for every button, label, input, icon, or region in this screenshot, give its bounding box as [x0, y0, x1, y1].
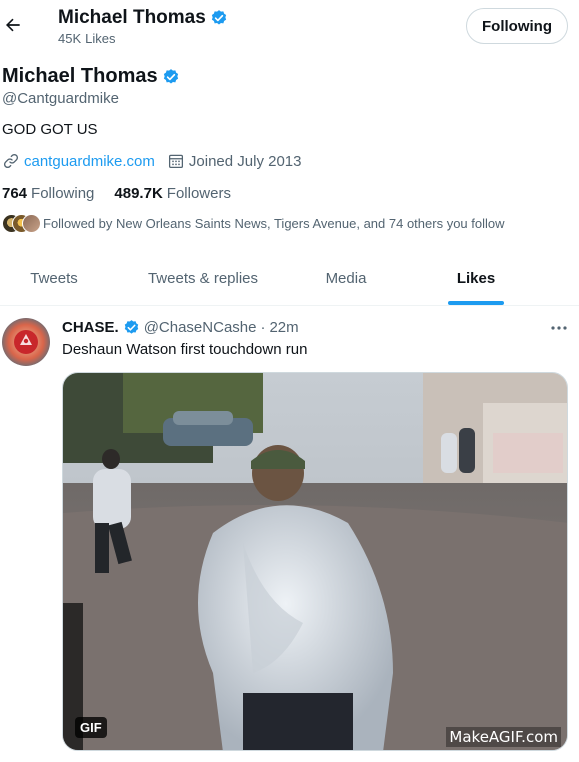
link-icon	[3, 153, 19, 169]
header-profile-name: Michael Thomas	[58, 7, 206, 28]
joined-date: Joined July 2013	[188, 152, 302, 170]
profile-meta: cantguardmike.com Joined July 2013	[2, 152, 314, 170]
calendar-icon	[168, 154, 183, 169]
verified-badge-icon[interactable]	[162, 68, 180, 86]
following-button[interactable]: Following	[466, 8, 568, 44]
followers-count-link[interactable]: 489.7K Followers	[114, 185, 231, 202]
website-item: cantguardmike.com	[2, 152, 155, 170]
tweet-separator: ·	[260, 319, 266, 336]
joined-item: Joined July 2013	[167, 152, 302, 170]
followed-by-text: Followed by New Orleans Saints News, Tig…	[43, 216, 505, 231]
tweet-header: CHASE. @ChaseNCashe · 22m	[62, 319, 299, 336]
header-likes-count: 45K Likes	[58, 31, 116, 46]
tweet-author-handle[interactable]: @ChaseNCashe	[144, 319, 257, 336]
profile-name-row: Michael Thomas	[2, 65, 180, 88]
profile-header-bar: Michael Thomas 45K Likes Following	[0, 0, 579, 56]
tab-tweets[interactable]: Tweets	[0, 252, 108, 305]
avatar-image	[2, 318, 50, 366]
profile-name: Michael Thomas	[2, 65, 158, 87]
tab-media[interactable]: Media	[298, 252, 394, 305]
profile-stats: 764 Following 489.7K Followers	[2, 185, 231, 202]
gif-badge: GIF	[75, 717, 107, 738]
profile-handle: @Cantguardmike	[2, 90, 119, 107]
active-tab-indicator	[448, 301, 504, 305]
verified-badge-icon	[124, 320, 138, 334]
tweet-media-gif[interactable]: GIF MakeAGIF.com	[62, 372, 568, 751]
avatar[interactable]	[2, 318, 50, 366]
gif-frame	[63, 373, 567, 750]
profile-tabs: Tweets Tweets & replies Media Likes	[0, 252, 579, 306]
back-button[interactable]	[2, 14, 24, 36]
tweet[interactable]: CHASE. @ChaseNCashe · 22m Deshaun Watson…	[0, 306, 579, 762]
tweet-author-name[interactable]: CHASE.	[62, 319, 119, 336]
tweet-timestamp[interactable]: 22m	[269, 319, 298, 336]
more-horizontal-icon	[551, 326, 567, 330]
verified-badge-icon	[211, 10, 226, 25]
tweet-text: Deshaun Watson first touchdown run	[62, 341, 308, 358]
tab-tweets-replies[interactable]: Tweets & replies	[108, 252, 298, 305]
followed-by-avatars	[2, 214, 41, 233]
media-watermark: MakeAGIF.com	[446, 727, 561, 747]
arrow-left-icon	[6, 18, 20, 32]
tab-likes[interactable]: Likes	[394, 252, 558, 305]
profile-bio: GOD GOT US	[2, 121, 98, 138]
following-count-link[interactable]: 764 Following	[2, 185, 94, 202]
followed-by-row[interactable]: Followed by New Orleans Saints News, Tig…	[2, 214, 505, 233]
header-profile-name-row: Michael Thomas	[58, 7, 228, 29]
more-options-button[interactable]	[548, 318, 570, 338]
avatar	[22, 214, 41, 233]
website-link[interactable]: cantguardmike.com	[24, 153, 155, 170]
